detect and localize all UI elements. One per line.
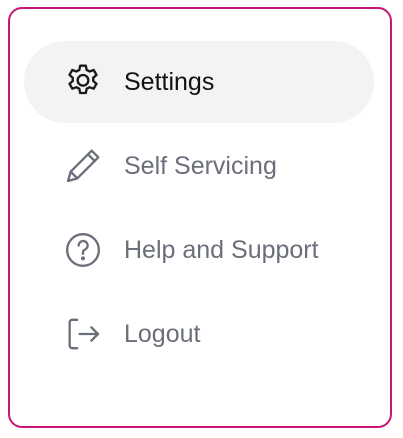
account-menu: Settings Self Servicing Help and Support bbox=[8, 7, 392, 428]
menu-item-label: Help and Support bbox=[124, 235, 319, 264]
menu-item-label: Self Servicing bbox=[124, 151, 277, 180]
menu-item-label: Settings bbox=[124, 67, 215, 96]
menu-item-help-and-support[interactable]: Help and Support bbox=[24, 209, 374, 291]
question-circle-icon bbox=[62, 229, 104, 271]
logout-icon bbox=[62, 313, 104, 355]
menu-item-settings[interactable]: Settings bbox=[24, 41, 374, 123]
gear-icon bbox=[62, 61, 104, 103]
pencil-icon bbox=[62, 145, 104, 187]
menu-item-logout[interactable]: Logout bbox=[24, 293, 374, 375]
menu-item-label: Logout bbox=[124, 319, 201, 348]
menu-item-self-servicing[interactable]: Self Servicing bbox=[24, 125, 374, 207]
